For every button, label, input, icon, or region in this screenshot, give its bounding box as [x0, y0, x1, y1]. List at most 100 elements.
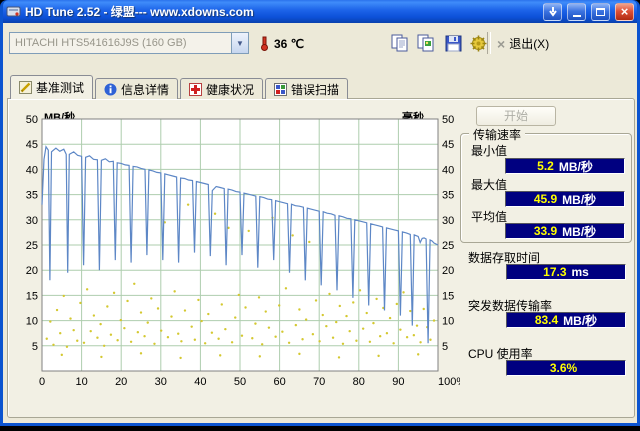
svg-text:10: 10 — [26, 316, 38, 328]
copy-icon — [391, 34, 407, 52]
maximize-button[interactable] — [591, 2, 610, 21]
svg-text:45: 45 — [26, 139, 38, 151]
tab-benchmark-label: 基准测试 — [36, 81, 85, 95]
svg-text:30: 30 — [155, 376, 167, 388]
svg-text:25: 25 — [26, 240, 38, 252]
svg-text:70: 70 — [313, 376, 325, 388]
avg-value: 33.9 — [533, 224, 558, 238]
svg-text:40: 40 — [442, 164, 454, 176]
benchmark-chart: 50 5045 4540 4035 3530 3025 2520 2015 1510 105 50 1… — [26, 114, 460, 388]
close-icon: × — [620, 4, 629, 19]
results-panel: 开始 传输速率 最小值 5.2 MB/秒 最大值 45.9 MB/秒 平均值 3… — [460, 99, 632, 417]
svg-text:30: 30 — [442, 215, 454, 227]
benchmark-panel: MB/秒 毫秒 50 50 45 45 40 40 35 35 30 30 25 25 20 20 15 15… — [7, 98, 635, 418]
tab-bar: 基准测试 信息详情 健康状况 错误扫描 — [8, 75, 349, 99]
burst-rate-unit: MB/秒 — [563, 313, 598, 328]
options-gear-icon — [470, 35, 487, 52]
svg-text:0: 0 — [39, 376, 45, 388]
svg-text:100%: 100% — [438, 376, 460, 388]
copy-image-button[interactable] — [413, 31, 438, 56]
tab-info[interactable]: 信息详情 — [95, 78, 179, 99]
svg-text:35: 35 — [442, 190, 454, 202]
access-time-unit: ms — [571, 265, 589, 279]
svg-text:80: 80 — [353, 376, 365, 388]
tab-benchmark[interactable]: 基准测试 — [10, 75, 94, 99]
burst-rate-value-box: 83.4 MB/秒 — [506, 312, 626, 328]
save-button[interactable] — [441, 31, 466, 56]
drive-select[interactable]: HITACHI HTS541616J9S (160 GB) ▼ — [9, 32, 249, 54]
svg-text:20: 20 — [115, 376, 127, 388]
min-value: 5.2 — [537, 159, 554, 173]
transfer-rate-group-title: 传输速率 — [469, 126, 526, 143]
copy-image-icon — [417, 34, 433, 52]
tab-error-scan-label: 错误扫描 — [291, 82, 340, 97]
avg-label: 平均值 — [471, 210, 508, 224]
cpu-usage-value: 3.6% — [549, 361, 578, 375]
save-icon — [445, 35, 462, 52]
exit-label: 退出(X) — [509, 37, 550, 51]
thermometer-icon — [261, 36, 268, 51]
minimize-icon — [572, 15, 581, 17]
client-area: HITACHI HTS541616J9S (160 GB) ▼ 36 ℃ × 退… — [3, 23, 637, 423]
transfer-rate-group: 传输速率 最小值 5.2 MB/秒 最大值 45.9 MB/秒 平均值 33.9… — [460, 126, 632, 243]
svg-text:50: 50 — [442, 114, 454, 126]
download-icon — [548, 6, 557, 17]
svg-text:40: 40 — [26, 164, 38, 176]
svg-text:20: 20 — [442, 265, 454, 277]
max-unit: MB/秒 — [562, 192, 597, 207]
toolbar-separator — [487, 32, 491, 54]
close-button[interactable]: × — [615, 2, 634, 21]
svg-text:25: 25 — [442, 240, 454, 252]
max-label: 最大值 — [471, 178, 508, 192]
tab-health-label: 健康状况 — [206, 82, 255, 97]
burst-rate-value: 83.4 — [534, 313, 559, 327]
temperature-value: 36 ℃ — [274, 36, 305, 51]
svg-text:40: 40 — [194, 376, 206, 388]
app-icon — [6, 4, 21, 19]
svg-text:45: 45 — [442, 139, 454, 151]
svg-text:50: 50 — [26, 114, 38, 126]
min-unit: MB/秒 — [558, 159, 593, 174]
svg-text:10: 10 — [75, 376, 87, 388]
svg-text:20: 20 — [26, 265, 38, 277]
cpu-usage-value-box: 3.6% — [506, 360, 626, 376]
tab-health[interactable]: 健康状况 — [180, 78, 264, 99]
benchmark-icon — [19, 81, 32, 94]
tab-error-scan[interactable]: 错误扫描 — [265, 78, 349, 99]
min-label: 最小值 — [471, 144, 508, 158]
minimize-button[interactable] — [567, 2, 586, 21]
start-button[interactable]: 开始 — [476, 106, 556, 126]
access-time-value: 17.3 — [543, 265, 567, 279]
exit-button[interactable]: × 退出(X) — [497, 35, 549, 52]
svg-text:60: 60 — [273, 376, 285, 388]
max-value: 45.9 — [533, 192, 558, 206]
max-value-box: 45.9 MB/秒 — [505, 191, 625, 207]
window-title: HD Tune 2.52 - 绿盟--- www.xdowns.com — [25, 5, 254, 19]
svg-text:10: 10 — [442, 316, 454, 328]
svg-text:30: 30 — [26, 215, 38, 227]
health-cross-icon — [189, 82, 203, 96]
titlebar[interactable]: HD Tune 2.52 - 绿盟--- www.xdowns.com × — [3, 0, 637, 23]
download-button[interactable] — [543, 2, 562, 21]
info-icon — [104, 83, 117, 95]
avg-unit: MB/秒 — [562, 224, 597, 239]
svg-text:5: 5 — [442, 341, 448, 353]
tab-info-label: 信息详情 — [121, 82, 170, 97]
maximize-icon — [596, 7, 605, 16]
copy-text-button[interactable] — [387, 31, 412, 56]
svg-text:90: 90 — [392, 376, 404, 388]
avg-value-box: 33.9 MB/秒 — [505, 223, 625, 239]
svg-text:5: 5 — [32, 341, 38, 353]
svg-text:15: 15 — [442, 290, 454, 302]
min-value-box: 5.2 MB/秒 — [505, 158, 625, 174]
drive-select-value: HITACHI HTS541616J9S (160 GB) — [15, 37, 187, 49]
desktop-stage: HD Tune 2.52 - 绿盟--- www.xdowns.com × HI… — [0, 0, 640, 431]
svg-text:50: 50 — [234, 376, 246, 388]
error-scan-grid-icon — [274, 82, 288, 96]
svg-text:35: 35 — [26, 190, 38, 202]
chevron-down-icon[interactable]: ▼ — [231, 33, 248, 53]
hdtune-window: HD Tune 2.52 - 绿盟--- www.xdowns.com × HI… — [0, 0, 640, 426]
access-time-value-box: 17.3 ms — [506, 264, 626, 280]
exit-x-icon: × — [497, 35, 506, 52]
temperature-readout: 36 ℃ — [260, 36, 304, 51]
